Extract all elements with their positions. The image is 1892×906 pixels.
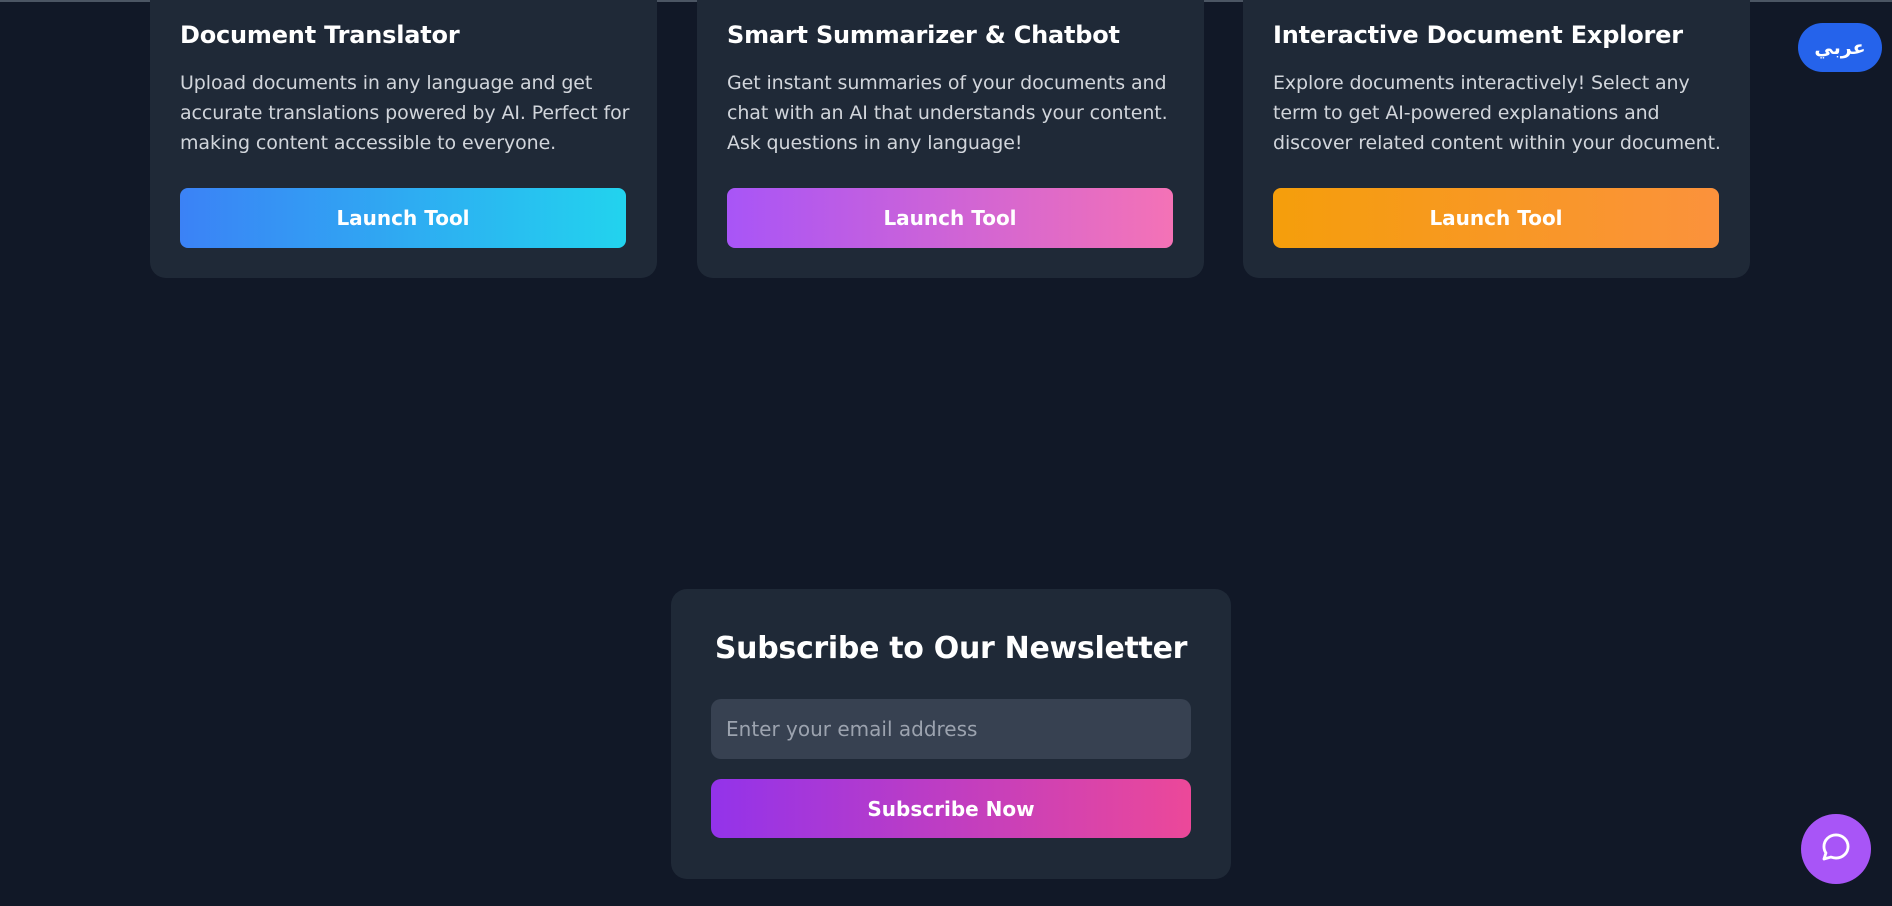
- tool-card-smart-summarizer: Smart Summarizer & Chatbot Get instant s…: [697, 0, 1204, 278]
- launch-tool-button[interactable]: Launch Tool: [727, 188, 1173, 248]
- tool-card-document-translator: Document Translator Upload documents in …: [150, 0, 657, 278]
- chat-widget-button[interactable]: [1801, 814, 1871, 884]
- subscribe-button[interactable]: Subscribe Now: [711, 779, 1191, 838]
- card-title: Document Translator: [180, 21, 460, 49]
- card-description: Get instant summaries of your documents …: [727, 72, 1168, 154]
- tool-card-document-explorer: Interactive Document Explorer Explore do…: [1243, 0, 1750, 278]
- card-title: Smart Summarizer & Chatbot: [727, 21, 1120, 49]
- newsletter-title: Subscribe to Our Newsletter: [714, 631, 1188, 666]
- chat-bubble-icon: [1819, 830, 1853, 868]
- email-input[interactable]: [711, 699, 1191, 759]
- newsletter-card: Subscribe to Our Newsletter Subscribe No…: [671, 589, 1231, 879]
- language-toggle-button[interactable]: عربي: [1798, 23, 1882, 72]
- card-description: Upload documents in any language and get…: [180, 72, 630, 154]
- card-description: Explore documents interactively! Select …: [1273, 72, 1721, 154]
- card-title: Interactive Document Explorer: [1273, 21, 1683, 49]
- launch-tool-button[interactable]: Launch Tool: [1273, 188, 1719, 248]
- launch-tool-button[interactable]: Launch Tool: [180, 188, 626, 248]
